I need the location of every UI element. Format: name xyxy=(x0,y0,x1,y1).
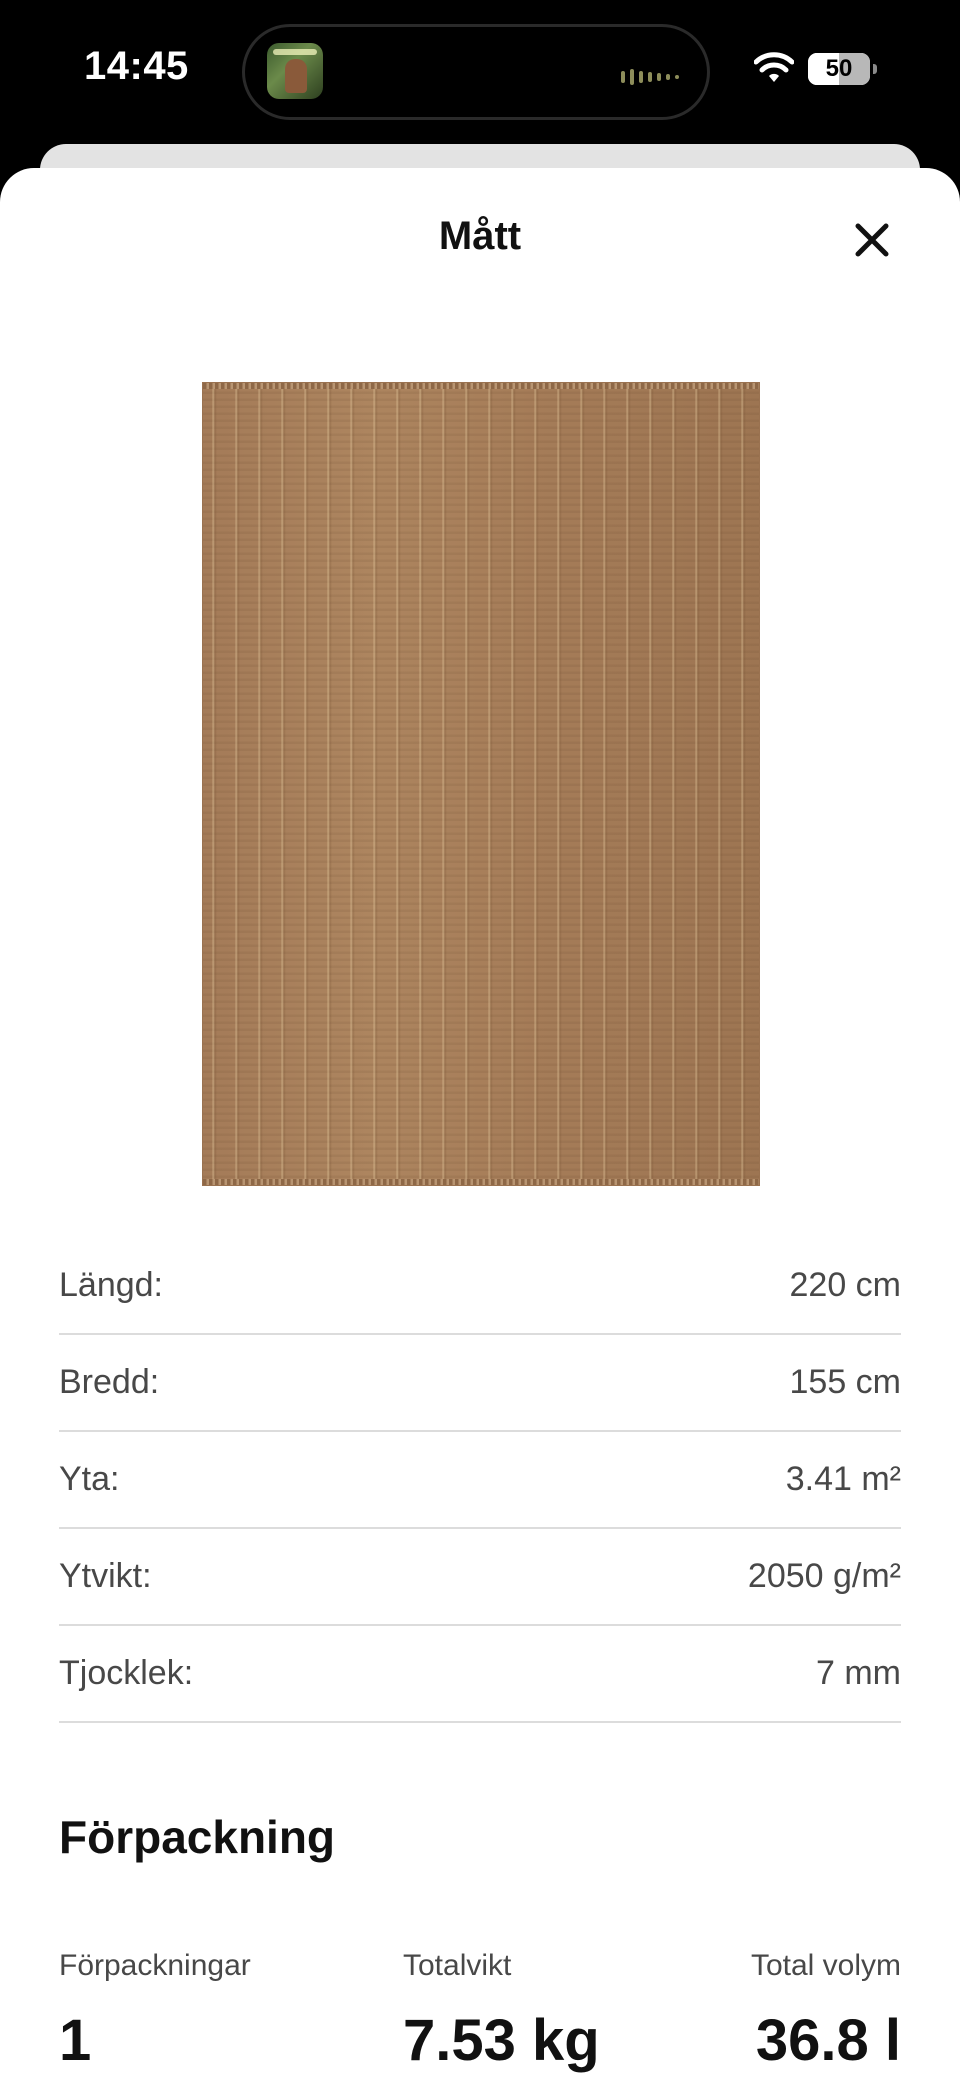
product-image xyxy=(202,382,760,1186)
dimension-row-surface-weight: Ytvikt: 2050 g/m² xyxy=(59,1529,901,1626)
sheet-header: Mått xyxy=(0,168,960,310)
dimension-label: Ytvikt: xyxy=(59,1557,152,1595)
dynamic-island[interactable] xyxy=(242,24,710,120)
volume-stat: Total volym 36.8 l xyxy=(751,1949,901,2074)
dimension-value: 2050 g/m² xyxy=(747,1557,901,1595)
total-weight-value: 7.53 kg xyxy=(403,2008,600,2073)
now-playing-artwork xyxy=(267,43,323,99)
total-weight-label: Totalvikt xyxy=(403,1949,512,1982)
dimension-row-length: Längd: 220 cm xyxy=(59,1238,901,1335)
dimension-label: Tjocklek: xyxy=(59,1654,194,1692)
audio-waveform-icon xyxy=(621,69,679,85)
dimension-row-width: Bredd: 155 cm xyxy=(59,1335,901,1432)
close-icon[interactable] xyxy=(846,214,898,266)
battery-indicator: 50 xyxy=(808,53,877,85)
dimension-value: 3.41 m² xyxy=(785,1460,901,1498)
dimension-label: Yta: xyxy=(59,1460,120,1498)
packaging-heading: Förpackning xyxy=(59,1811,336,1863)
status-bar: 14:45 50 xyxy=(0,0,960,145)
dimension-value: 220 cm xyxy=(789,1266,902,1304)
dimension-row-thickness: Tjocklek: 7 mm xyxy=(59,1626,901,1723)
sheet-title: Mått xyxy=(438,214,522,258)
dimension-row-area: Yta: 3.41 m² xyxy=(59,1432,901,1529)
dimensions-list: Längd: 220 cm Bredd: 155 cm Yta: 3.41 m²… xyxy=(59,1238,901,1723)
battery-level: 50 xyxy=(825,55,853,82)
dimension-label: Bredd: xyxy=(59,1363,160,1401)
packages-stat: Förpackningar 1 xyxy=(59,1949,251,2074)
packages-label: Förpackningar xyxy=(59,1949,251,1982)
wifi-icon xyxy=(754,52,794,82)
status-time: 14:45 xyxy=(84,44,189,88)
dimension-label: Längd: xyxy=(59,1266,163,1304)
dimension-value: 7 mm xyxy=(816,1654,901,1692)
dimension-value: 155 cm xyxy=(789,1363,902,1401)
weight-stat: Totalvikt 7.53 kg xyxy=(403,1949,600,2074)
dimensions-sheet: Mått Längd: 220 cm Bredd: 155 cm Yta: 3.… xyxy=(0,168,960,2081)
packages-value: 1 xyxy=(59,2008,92,2073)
total-volume-value: 36.8 l xyxy=(755,2008,901,2073)
total-volume-label: Total volym xyxy=(750,1949,901,1982)
